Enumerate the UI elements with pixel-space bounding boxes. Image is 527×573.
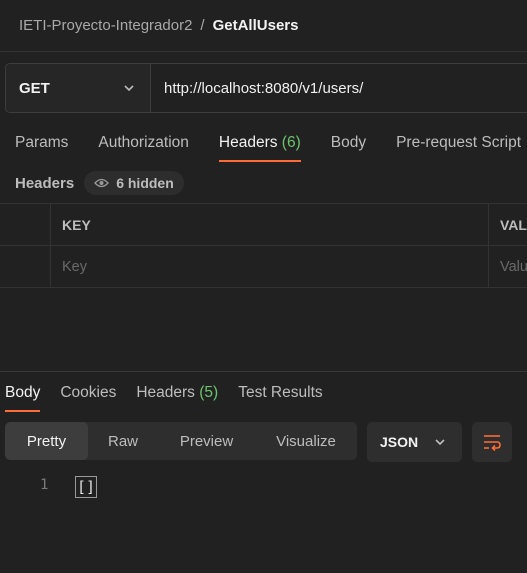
wrap-lines-icon [484,435,501,451]
hidden-count: 6 hidden [116,175,174,191]
pane-divider[interactable] [0,371,527,372]
headers-section-label: Headers [15,174,75,192]
response-tab-test-results[interactable]: Test Results [238,376,322,412]
chevron-down-icon [124,85,134,92]
response-tabs: Body Cookies Headers (5) Test Results [5,376,343,412]
tab-pre-request-script[interactable]: Pre-request Script [396,126,521,162]
key-input[interactable]: Key [51,246,489,287]
row-checkbox-cell [0,246,51,287]
table-row: Key Value [0,246,527,288]
tab-params[interactable]: Params [15,126,68,162]
tab-label: Authorization [98,134,189,151]
checkbox-column-header [0,204,51,245]
wrap-lines-button[interactable] [472,422,512,462]
breadcrumb: IETI-Proyecto-Integrador2 / GetAllUsers [0,0,527,52]
value-input[interactable]: Value [489,246,527,287]
eye-icon [94,178,110,188]
tab-label: Params [15,134,69,151]
response-headers-count: (5) [199,384,219,401]
headers-table: KEY VALUE Key Value [0,203,527,288]
tab-label: Pre-request Script [396,134,522,151]
table-header-row: KEY VALUE [0,203,527,246]
language-select[interactable]: JSON [367,422,462,462]
tab-body[interactable]: Body [331,126,366,162]
request-name[interactable]: GetAllUsers [213,17,299,34]
key-column-header: KEY [51,204,489,245]
method-label: GET [19,79,50,97]
request-bar: GET http://localhost:8080/v1/users/ [5,63,527,113]
url-input[interactable]: http://localhost:8080/v1/users/ [151,64,363,112]
request-tabs: Params Authorization Headers (6) Body Pr… [15,126,527,162]
line-number: 1 [40,477,49,493]
tab-headers[interactable]: Headers (6) [218,126,301,162]
headers-count: (6) [281,134,301,151]
tab-label: Body [5,384,41,401]
hidden-headers-toggle[interactable]: 6 hidden [84,171,184,195]
breadcrumb-separator: / [200,17,205,34]
breadcrumb-collection[interactable]: IETI-Proyecto-Integrador2 [19,17,192,34]
tab-authorization[interactable]: Authorization [98,126,188,162]
response-tab-cookies[interactable]: Cookies [60,376,116,412]
format-raw-button[interactable]: Raw [88,422,158,460]
tab-label: Headers [218,134,278,151]
tab-label: Test Results [238,384,323,401]
chevron-down-icon [435,439,445,446]
response-tab-body[interactable]: Body [5,376,41,412]
headers-section-header: Headers 6 hidden [15,171,184,195]
response-body-code[interactable]: [] [75,476,98,498]
method-select[interactable]: GET [6,64,151,112]
value-column-header: VALUE [500,216,527,233]
tab-label: Cookies [60,384,117,401]
tab-label: Body [330,134,367,151]
response-tab-headers[interactable]: Headers (5) [136,376,218,412]
format-preview-button[interactable]: Preview [158,422,255,460]
tab-label: Headers [136,384,195,401]
language-label: JSON [380,434,419,450]
format-segmented-control: Pretty Raw Preview Visualize [5,422,357,460]
format-pretty-button[interactable]: Pretty [5,422,88,460]
format-visualize-button[interactable]: Visualize [255,422,357,460]
